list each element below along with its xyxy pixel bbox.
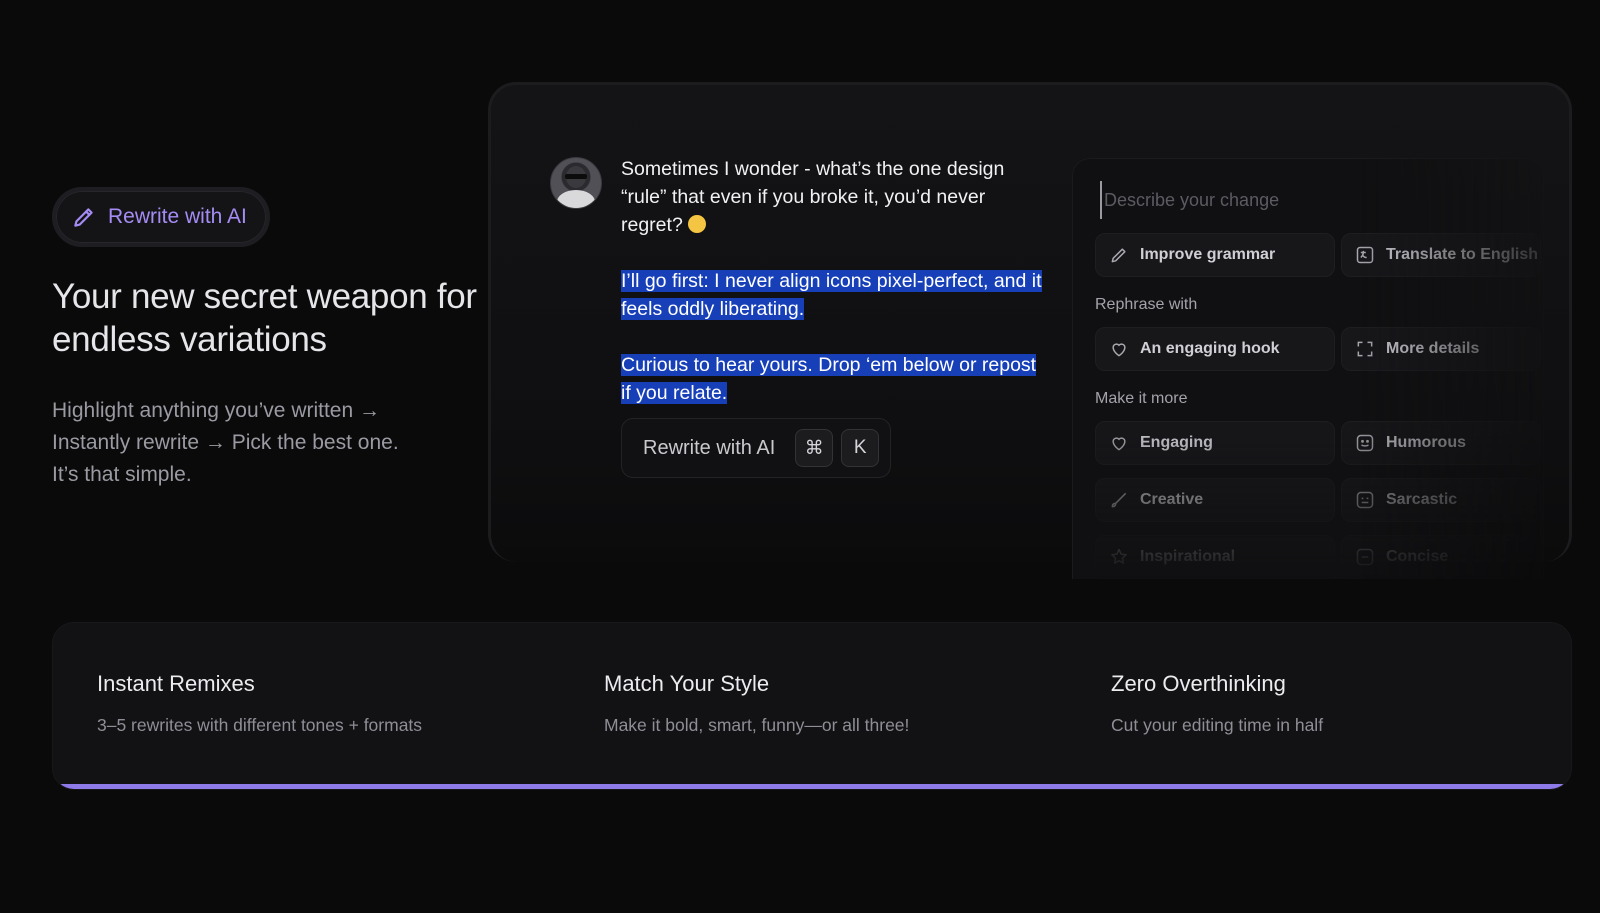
feature-description: Make it bold, smart, funny—or all three! [604, 715, 910, 735]
humorous-chip[interactable]: Humorous [1341, 421, 1541, 465]
hero-title: Your new secret weapon for endless varia… [52, 275, 492, 361]
accent-progress-bar [53, 784, 1571, 789]
creative-chip[interactable]: Creative [1095, 478, 1335, 522]
more-details-chip[interactable]: More details [1341, 327, 1541, 371]
improve-grammar-chip[interactable]: Improve grammar [1095, 233, 1335, 277]
rewrite-with-ai-button[interactable]: Rewrite with AI ⌘ K [621, 418, 891, 478]
feature-instant-remixes: Instant Remixes 3–5 rewrites with differ… [97, 671, 422, 736]
rephrase-with-label: Rephrase with [1095, 296, 1198, 313]
hero-title-line-1: Your new secret weapon for [52, 277, 477, 316]
heart-icon [1108, 432, 1130, 454]
make-it-more-label: Make it more [1095, 390, 1188, 407]
features-card: Instant Remixes 3–5 rewrites with differ… [52, 622, 1572, 790]
feature-zero-overthinking: Zero Overthinking Cut your editing time … [1111, 671, 1323, 736]
feature-description: Cut your editing time in half [1111, 715, 1324, 735]
concise-chip[interactable]: Concise [1341, 535, 1541, 579]
compress-icon [1354, 546, 1376, 568]
feature-title: Instant Remixes [97, 671, 255, 696]
rewrite-options-panel: Improve grammar Translate to English Rep… [1072, 158, 1544, 579]
post-paragraph-1[interactable]: Sometimes I wonder - what’s the one desi… [621, 155, 1051, 239]
engaging-hook-chip[interactable]: An engaging hook [1095, 327, 1335, 371]
badge-label: Rewrite with AI [108, 205, 247, 228]
star-icon [1108, 546, 1130, 568]
engaging-chip[interactable]: Engaging [1095, 421, 1335, 465]
describe-change-input[interactable] [1100, 181, 1506, 219]
post-paragraph-2-selected[interactable]: I’ll go first: I never align icons pixel… [621, 267, 1051, 323]
hero-desc-line-2: Instantly rewrite → Pick the best one. [52, 431, 399, 454]
feature-description: 3–5 rewrites with different tones + form… [97, 715, 423, 735]
smile-emoji-icon [688, 215, 707, 233]
hero-desc-line-3: It’s that simple. [52, 463, 192, 486]
pencil-icon [1108, 244, 1130, 266]
rewrite-with-ai-badge: Rewrite with AI [52, 187, 270, 247]
expand-icon [1354, 338, 1376, 360]
post-paragraph-3-selected[interactable]: Curious to hear yours. Drop ‘em below or… [621, 351, 1051, 407]
hero-description: Highlight anything you’ve written → Inst… [52, 395, 472, 491]
hero-desc-line-1: Highlight anything you’ve written → [52, 399, 381, 422]
brush-icon [1108, 489, 1130, 511]
feature-title: Zero Overthinking [1111, 671, 1286, 696]
smirk-icon [1354, 489, 1376, 511]
pencil-icon [70, 203, 98, 231]
k-key: K [841, 429, 880, 467]
feature-match-your-style: Match Your Style Make it bold, smart, fu… [604, 671, 909, 736]
avatar [550, 157, 602, 209]
translate-to-english-chip[interactable]: Translate to English [1341, 233, 1541, 277]
post-body[interactable]: Sometimes I wonder - what’s the one desi… [621, 155, 1051, 435]
hero-title-line-2: endless variations [52, 320, 327, 359]
translate-icon [1354, 244, 1376, 266]
sarcastic-chip[interactable]: Sarcastic [1341, 478, 1541, 522]
heart-icon [1108, 338, 1130, 360]
feature-title: Match Your Style [604, 671, 770, 696]
smile-icon [1354, 432, 1376, 454]
command-key: ⌘ [795, 429, 834, 467]
rewrite-button-label: Rewrite with AI [643, 436, 776, 459]
inspirational-chip[interactable]: Inspirational [1095, 535, 1335, 579]
